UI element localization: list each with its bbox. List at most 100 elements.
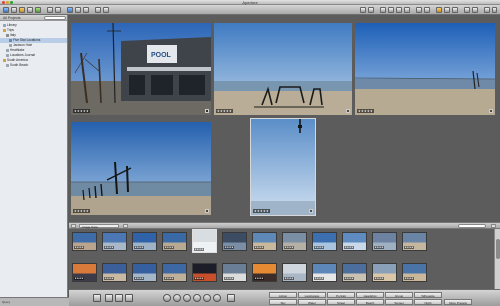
rating-badge[interactable]: ★★★★★: [357, 109, 374, 113]
next-button[interactable]: [183, 294, 191, 302]
filter-select[interactable]: Image Data: [79, 224, 119, 229]
album-icon: [6, 48, 9, 52]
filmstrip-thumbnail[interactable]: ★★★★: [282, 263, 307, 282]
filmstrip-thumbnail[interactable]: ★★★★: [342, 232, 367, 251]
adjustment-badge-icon: [489, 109, 493, 113]
grid-view-button[interactable]: [105, 294, 113, 302]
inspector-icon[interactable]: [436, 7, 442, 13]
previous-button[interactable]: [173, 294, 181, 302]
rotate-right-icon[interactable]: [368, 7, 374, 13]
keyword-hud-icon[interactable]: [464, 7, 470, 13]
lift-icon[interactable]: [416, 7, 422, 13]
rating-badge[interactable]: ★★★★★: [73, 109, 90, 113]
filmstrip-thumbnail[interactable]: ★★★★: [342, 263, 367, 282]
rating-down-button[interactable]: [193, 294, 201, 302]
reject-button[interactable]: [163, 294, 171, 302]
rating-badge[interactable]: ★★★★★: [216, 109, 233, 113]
smart-album-icon: [9, 38, 12, 42]
keyword-button[interactable]: Beach: [356, 299, 384, 305]
stamp-icon[interactable]: [424, 7, 430, 13]
filmstrip-thumbnail[interactable]: ★★★★: [282, 232, 307, 251]
filmstrip-thumbnail[interactable]: ★★★★: [72, 232, 97, 251]
filmstrip-thumbnail[interactable]: ★★★★: [312, 232, 337, 251]
browser-view-icon[interactable]: [83, 7, 89, 13]
filmstrip-thumbnail[interactable]: ★★★★: [252, 232, 277, 251]
keyword-button[interactable]: Sunset: [385, 299, 413, 305]
more-presets-button[interactable]: More Presets: [444, 299, 472, 305]
new-album-icon[interactable]: [19, 7, 25, 13]
filmstrip-thumbnail[interactable]: ★★★★: [72, 263, 97, 282]
filmstrip-thumbnail[interactable]: ★★★★: [132, 263, 157, 282]
browser-options-icon[interactable]: [491, 224, 496, 228]
split-view-icon[interactable]: [75, 7, 81, 13]
new-folder-icon[interactable]: [11, 7, 17, 13]
filmstrip-thumbnail[interactable]: ★★★★: [312, 263, 337, 282]
keyword-button[interactable]: Silhouette: [414, 292, 442, 298]
stack-icon[interactable]: [47, 7, 53, 13]
filmstrip-thumbnail[interactable]: ★★★★: [372, 232, 397, 251]
import-icon[interactable]: [35, 7, 41, 13]
browser-search-input[interactable]: [458, 224, 486, 228]
rating-badge[interactable]: ★★★★★: [253, 209, 270, 213]
filmstrip-view-button[interactable]: [125, 294, 133, 302]
sort-icon[interactable]: [123, 224, 128, 228]
keyword-button[interactable]: Portrait: [327, 292, 355, 298]
filmstrip-thumbnail[interactable]: ★★★★: [252, 263, 277, 282]
keyword-button[interactable]: Night: [414, 299, 442, 305]
filmstrip-thumbnail[interactable]: ★★★★: [132, 232, 157, 251]
keyword-button[interactable]: Sky: [269, 299, 297, 305]
thumbnail-rating: ★★★★: [314, 246, 324, 249]
email-icon[interactable]: [484, 7, 490, 13]
smart-album-icon[interactable]: [27, 7, 33, 13]
filter-icon[interactable]: [71, 224, 76, 228]
toggle-sidebar-button[interactable]: [93, 294, 101, 302]
spot-patch-icon[interactable]: [404, 7, 410, 13]
filmstrip-thumbnail[interactable]: ★★★★: [222, 263, 247, 282]
viewer-mode-icon[interactable]: [67, 7, 73, 13]
keyword-button[interactable]: Landscape: [298, 292, 326, 298]
filmstrip-thumbnail[interactable]: ★★★★: [402, 232, 427, 251]
lift-stamp-icon[interactable]: [95, 7, 101, 13]
filmstrip-thumbnail[interactable]: ★★★★: [402, 263, 427, 282]
viewer-image-blue-beach[interactable]: ★★★★★: [355, 23, 495, 115]
filmstrip-thumbnail[interactable]: ★★★★: [372, 263, 397, 282]
rating-badge[interactable]: ★★★★★: [73, 209, 90, 213]
filmstrip-thumbnail[interactable]: ★★★★: [192, 263, 217, 282]
viewer-image-pool[interactable]: POOL ★★★★★: [71, 23, 211, 115]
filmstrip-thumbnail[interactable]: ★★★★: [102, 232, 127, 251]
filmstrip-thumbnail[interactable]: ★★★★: [102, 263, 127, 282]
fullscreen-icon[interactable]: [472, 7, 478, 13]
rating-up-button[interactable]: [203, 294, 211, 302]
pool-building-photo: POOL: [71, 23, 211, 115]
list-view-button[interactable]: [115, 294, 123, 302]
filmstrip-thumbnail[interactable]: ★★★★: [222, 232, 247, 251]
keyword-button[interactable]: Action: [269, 292, 297, 298]
keyword-button[interactable]: Street: [327, 299, 355, 305]
straighten-icon[interactable]: [388, 7, 394, 13]
keyword-button[interactable]: Group: [385, 292, 413, 298]
rotate-left-icon[interactable]: [360, 7, 366, 13]
keyword-button[interactable]: Water: [298, 299, 326, 305]
thumbnail-rating: ★★★★: [344, 277, 354, 280]
new-project-icon[interactable]: [3, 7, 9, 13]
filmstrip-thumbnail[interactable]: ★★★★: [162, 232, 187, 251]
select-button[interactable]: [213, 294, 221, 302]
filmstrip-thumbnail[interactable]: ★★★★: [192, 229, 217, 253]
scrollbar-knob[interactable]: [496, 239, 500, 259]
unstack-icon[interactable]: [55, 7, 61, 13]
red-eye-icon[interactable]: [396, 7, 402, 13]
adjustments-icon[interactable]: [444, 7, 450, 13]
viewer-image-beach[interactable]: ★★★★★: [214, 23, 352, 115]
loupe-icon[interactable]: [103, 7, 109, 13]
webpage-icon[interactable]: [492, 7, 497, 13]
rotate-button[interactable]: [227, 294, 235, 302]
metadata-icon[interactable]: [452, 7, 458, 13]
viewer-image-vertical[interactable]: ★★★★★: [250, 118, 316, 216]
sidebar-item-south-beach[interactable]: South Beach: [0, 63, 67, 68]
filmstrip-scrollbar[interactable]: [494, 229, 500, 289]
keyword-button[interactable]: Headshot: [356, 292, 384, 298]
projects-search-input[interactable]: [44, 16, 66, 20]
crop-icon[interactable]: [380, 7, 386, 13]
filmstrip-thumbnail[interactable]: ★★★★: [162, 263, 187, 282]
viewer-image-pier[interactable]: ★★★★★: [71, 122, 211, 215]
